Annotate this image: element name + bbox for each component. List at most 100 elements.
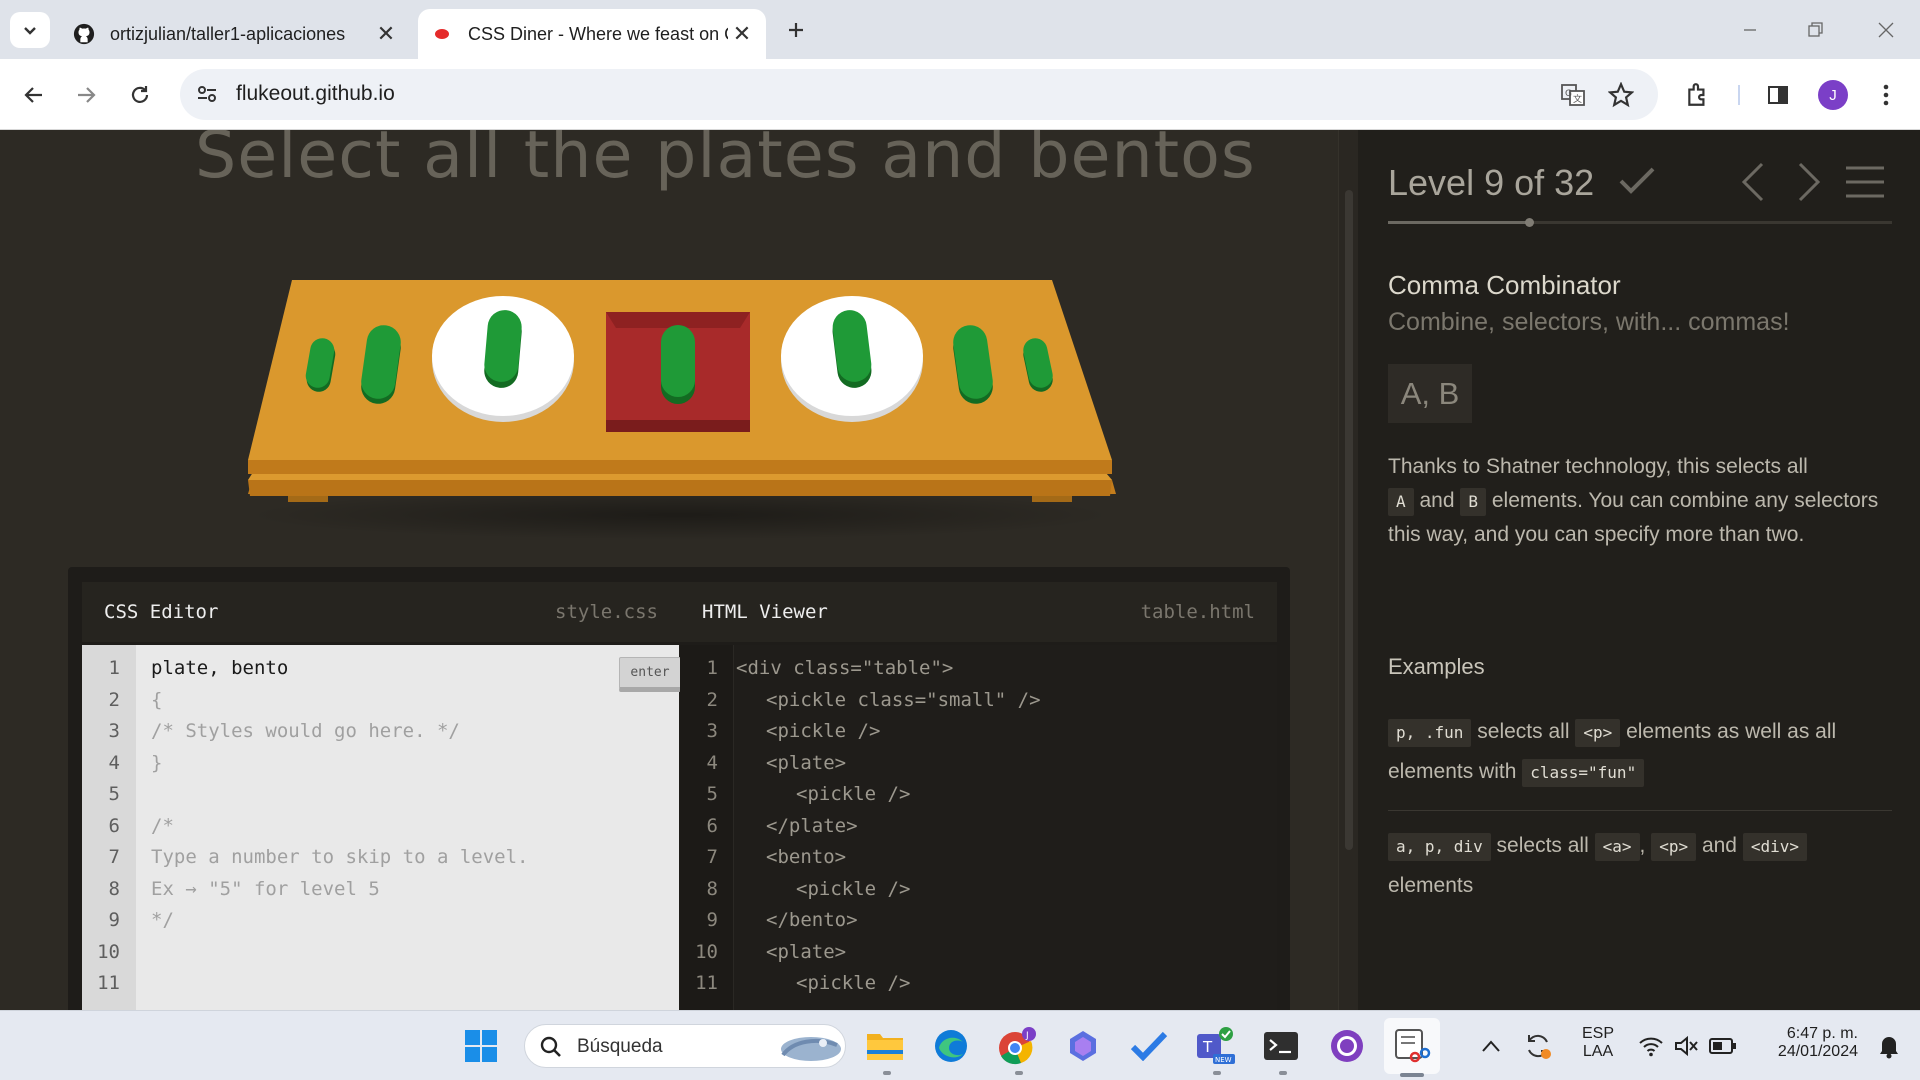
address-bar[interactable]: flukeout.github.io G文 bbox=[180, 69, 1658, 120]
line-number: 7 bbox=[108, 846, 120, 868]
markup-line[interactable]: 6 </plate> bbox=[680, 815, 1277, 846]
line-number: 4 bbox=[108, 751, 120, 774]
language-indicator[interactable]: ESP LAA bbox=[1574, 1025, 1622, 1061]
clock[interactable]: 6:47 p. m. 24/01/2024 bbox=[1752, 1025, 1858, 1061]
forward-button[interactable] bbox=[66, 75, 106, 115]
plate[interactable] bbox=[432, 296, 574, 422]
extensions-button[interactable] bbox=[1678, 75, 1718, 115]
markup-line[interactable]: 8 <pickle /> bbox=[680, 878, 1277, 909]
search-highlight-image bbox=[781, 1037, 841, 1061]
line-number: 10 bbox=[97, 940, 120, 963]
markup-line[interactable]: 3 <pickle /> bbox=[680, 720, 1277, 751]
arrow-right-icon bbox=[78, 87, 96, 103]
browser-menu-button[interactable] bbox=[1866, 75, 1906, 115]
chrome-icon[interactable]: J bbox=[994, 1023, 1040, 1069]
line-number: 6 bbox=[108, 814, 120, 837]
app-active-indicator bbox=[1400, 1073, 1424, 1077]
minimize-button[interactable] bbox=[1726, 10, 1774, 50]
close-window-button[interactable] bbox=[1862, 10, 1910, 50]
markup-line[interactable]: 1 <div class="table"> bbox=[680, 657, 1277, 688]
close-tab-icon[interactable]: ✕ bbox=[372, 20, 400, 48]
css-editor-title: CSS Editor bbox=[104, 601, 219, 623]
side-panel-icon bbox=[1768, 86, 1788, 104]
copilot-icon[interactable] bbox=[1060, 1023, 1106, 1069]
previous-level-icon[interactable] bbox=[1736, 160, 1776, 204]
examples-divider bbox=[1388, 810, 1892, 811]
markup-line[interactable]: 2 <pickle class="small" /> bbox=[680, 689, 1277, 720]
line-number: 10 bbox=[695, 940, 718, 963]
profile-avatar[interactable]: J bbox=[1818, 80, 1848, 110]
github-desktop-icon[interactable] bbox=[1324, 1023, 1370, 1069]
markup-line[interactable]: 11 <pickle /> bbox=[680, 972, 1277, 1003]
battery-icon[interactable] bbox=[1700, 1023, 1746, 1069]
svg-text:T: T bbox=[1202, 1038, 1213, 1056]
teams-icon[interactable]: T NEW bbox=[1192, 1023, 1238, 1069]
windows-start-icon[interactable] bbox=[458, 1023, 504, 1069]
plate[interactable] bbox=[781, 296, 923, 422]
markup-line[interactable]: 7 <bento> bbox=[680, 846, 1277, 877]
restore-icon bbox=[1808, 22, 1823, 37]
level-subtitle: Combine, selectors, with... commas! bbox=[1388, 308, 1790, 336]
tab-css-diner[interactable]: CSS Diner - Where we feast on CSS Select… bbox=[418, 9, 766, 59]
code-snippet: B bbox=[1460, 488, 1487, 516]
svg-text:文: 文 bbox=[1573, 93, 1582, 105]
tab-github[interactable]: ortizjulian/taller1-aplicaciones ✕ bbox=[60, 9, 410, 59]
enter-button[interactable]: enter bbox=[619, 657, 681, 692]
svg-text:G: G bbox=[1565, 89, 1572, 99]
new-tab-button[interactable] bbox=[780, 14, 812, 46]
markup-text: <pickle /> bbox=[796, 783, 911, 805]
line-number: 2 bbox=[108, 688, 120, 711]
level-menu-icon[interactable] bbox=[1844, 160, 1884, 204]
reload-button[interactable] bbox=[120, 75, 160, 115]
html-viewer-filename: table.html bbox=[1140, 601, 1255, 623]
terminal-icon[interactable] bbox=[1258, 1023, 1304, 1069]
css-selector-input[interactable]: plate, bento bbox=[151, 657, 288, 679]
markup-line[interactable]: 10 <plate> bbox=[680, 941, 1277, 972]
html-viewer-header: HTML Viewer table.html bbox=[680, 582, 1277, 642]
markup-line[interactable]: 5 <pickle /> bbox=[680, 783, 1277, 814]
back-button[interactable] bbox=[14, 75, 54, 115]
url-text: flukeout.github.io bbox=[236, 82, 395, 105]
snipping-tool-icon[interactable] bbox=[1389, 1023, 1435, 1069]
edge-icon[interactable] bbox=[928, 1023, 974, 1069]
file-explorer-icon[interactable] bbox=[862, 1023, 908, 1069]
windows-taskbar: Búsqueda J T NEW ESP LAA 6:47 p. m. 24/0… bbox=[0, 1010, 1920, 1080]
search-icon bbox=[540, 1036, 561, 1057]
notification-bell-icon[interactable] bbox=[1866, 1023, 1912, 1069]
tab-title: CSS Diner - Where we feast on CSS Select… bbox=[468, 23, 728, 44]
bookmark-star-icon[interactable] bbox=[1607, 81, 1635, 112]
example-text: elements bbox=[1388, 874, 1474, 897]
github-icon bbox=[72, 22, 96, 46]
site-info-icon[interactable] bbox=[196, 83, 218, 109]
side-panel-button[interactable] bbox=[1758, 75, 1798, 115]
taskbar-search[interactable]: Búsqueda bbox=[524, 1024, 846, 1068]
code-snippet: <p> bbox=[1651, 833, 1697, 861]
html-viewer: 1 <div class="table"> 2 <pickle class="smal… bbox=[680, 645, 1277, 1010]
keyboard-layout: LAA bbox=[1582, 1043, 1614, 1060]
markup-line[interactable]: 4 <plate> bbox=[680, 752, 1277, 783]
markup-line[interactable]: 9 </bento> bbox=[680, 909, 1277, 940]
code-line: 11 bbox=[82, 972, 120, 1003]
bento[interactable] bbox=[606, 312, 750, 432]
reload-icon bbox=[131, 86, 149, 103]
sync-icon[interactable] bbox=[1515, 1023, 1561, 1069]
table-front bbox=[248, 460, 1112, 474]
translate-icon[interactable]: G文 bbox=[1560, 82, 1586, 112]
css-editor: 1 plate, bento 2{3/* Styles would go here.… bbox=[82, 645, 681, 1010]
line-number: 6 bbox=[706, 814, 718, 837]
restore-button[interactable] bbox=[1792, 10, 1840, 50]
code-snippet: <div> bbox=[1742, 833, 1807, 861]
puzzle-icon bbox=[1688, 83, 1705, 106]
next-level-icon[interactable] bbox=[1788, 160, 1828, 204]
markup-text: <pickle /> bbox=[796, 877, 911, 900]
dinner-table bbox=[240, 280, 1120, 550]
scrollbar-thumb[interactable] bbox=[1345, 190, 1353, 850]
browser-tab-bar: ortizjulian/taller1-aplicaciones ✕ CSS D… bbox=[0, 0, 1920, 59]
todo-icon[interactable] bbox=[1126, 1023, 1172, 1069]
chevron-up-icon[interactable] bbox=[1468, 1023, 1514, 1069]
line-number: 8 bbox=[108, 877, 120, 900]
code-snippet: p, .fun bbox=[1388, 719, 1472, 747]
plus-icon bbox=[789, 23, 803, 37]
tab-search-button[interactable] bbox=[10, 12, 50, 48]
close-tab-icon[interactable]: ✕ bbox=[728, 20, 756, 48]
